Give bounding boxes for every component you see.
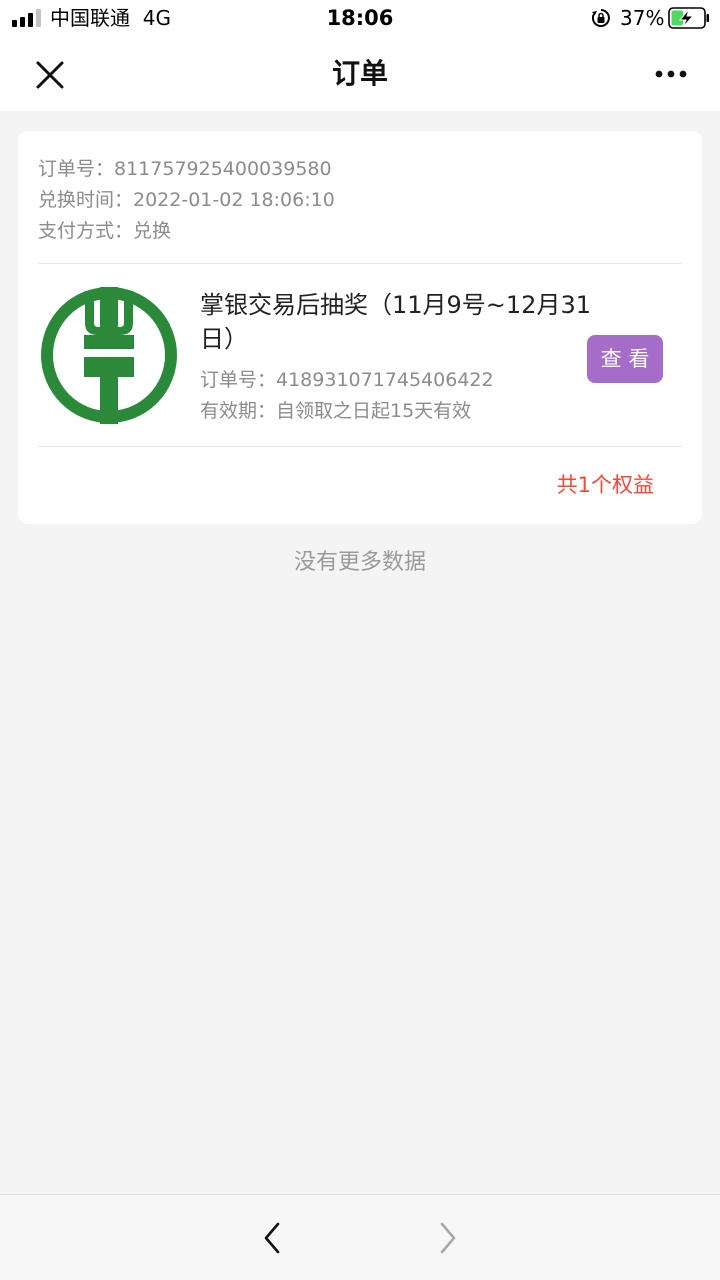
divider [38, 263, 682, 264]
order-number: 订单号：811757925400039580 [38, 158, 332, 180]
divider [38, 446, 682, 447]
benefit-total: 共1个权益 [556, 473, 654, 497]
item-order-number: 订单号：418931071745406422 [200, 369, 494, 391]
exchange-time: 兑换时间：2022-01-02 18:06:10 [38, 189, 335, 211]
page-title: 订单 [331, 57, 388, 90]
battery-percent: 37% [620, 6, 665, 30]
item-validity: 有效期：自领取之日起15天有效 [200, 400, 472, 422]
order-screen: 中国联通 4G 18:06 37% 订单 订单号：811757925400039… [0, 0, 720, 1280]
bottom-toolbar [0, 1194, 720, 1280]
item-title: 掌银交易后抽奖（11月9号~12月31日） [200, 291, 591, 353]
no-more-data-text: 没有更多数据 [293, 550, 426, 575]
agricultural-bank-logo [41, 287, 177, 424]
view-button[interactable]: 查 看 [587, 335, 663, 383]
payment-method: 支付方式：兑换 [38, 220, 172, 242]
more-dots-icon[interactable] [648, 62, 694, 86]
battery-charging-icon [668, 7, 709, 29]
chevron-right-icon[interactable] [434, 1219, 462, 1257]
status-bar: 中国联通 4G 18:06 37% [0, 0, 720, 38]
nav-bar: 订单 [0, 38, 720, 111]
rotation-lock-icon [591, 9, 610, 27]
chevron-left-icon[interactable] [258, 1219, 286, 1257]
order-card: 订单号：811757925400039580 兑换时间：2022-01-02 1… [18, 131, 702, 524]
status-time: 18:06 [326, 6, 394, 30]
